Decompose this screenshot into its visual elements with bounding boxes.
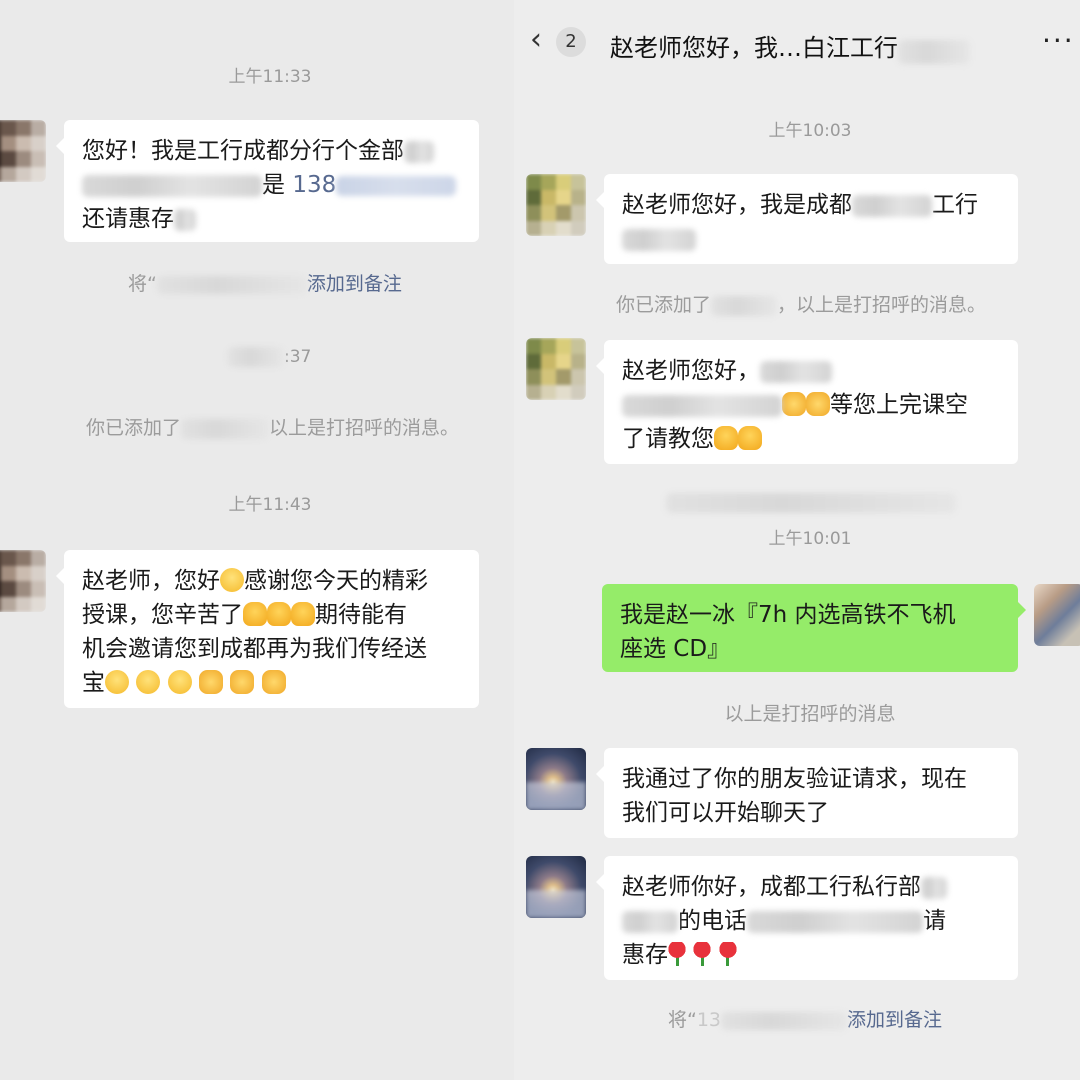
handshake-emoji-icon (261, 670, 286, 694)
handshake-emoji-icon (198, 670, 223, 694)
avatar[interactable] (526, 748, 586, 810)
rose-emoji-icon (693, 942, 712, 966)
avatar[interactable] (526, 856, 586, 918)
grin-emoji-icon (167, 670, 192, 694)
pray-emoji-icon (738, 426, 762, 450)
timestamp: 上午10:01 (768, 529, 852, 549)
message-bubble[interactable]: 赵老师，您好 感谢您今天的精彩 授课，您辛苦了 期待能有 机会邀请您到成都再为我们传… (56, 550, 479, 708)
left-chat-screenshot: 上午11:33 您好！我是工行成都分行个金部 是 138 还请惠存 将“ 添加到备… (0, 0, 514, 1080)
grin-emoji-icon (136, 670, 161, 694)
message-text: 了请教您 (622, 426, 714, 452)
smile-emoji-icon (220, 568, 244, 592)
pray-emoji-icon (714, 426, 738, 450)
back-chevron-icon[interactable]: ‹ (530, 22, 542, 57)
message-text: 授课，您辛苦了 (82, 602, 243, 628)
handshake-emoji-icon (230, 670, 255, 694)
outgoing-message-bubble[interactable]: 我是赵一冰『7h 内选高铁不飞机 座选 CD』 (602, 584, 1026, 672)
message-text: 赵老师，您好 (82, 568, 220, 594)
timestamp: 上午11:43 (228, 495, 312, 515)
message-bubble[interactable]: 我通过了你的朋友验证请求，现在 我们可以开始聊天了 (596, 748, 1018, 838)
message-text: 是 (262, 172, 285, 198)
handshake-emoji-icon (782, 392, 806, 416)
message-text: 您好！我是工行成都分行个金部 (82, 138, 404, 164)
message-text: 期待能有 (315, 602, 407, 628)
grin-emoji-icon (105, 670, 129, 694)
add-to-remark-notice: 将“13 添加到备注 (668, 1009, 943, 1031)
avatar[interactable] (0, 120, 46, 182)
message-bubble[interactable]: 赵老师您好，我是成都 工行 (596, 174, 1018, 264)
message-text: 感谢您今天的精彩 (244, 568, 428, 594)
message-text: 赵老师你好，成都工行私行部 (622, 874, 921, 900)
message-bubble[interactable]: 赵老师你好，成都工行私行部 的电话 请 惠存 (596, 856, 1018, 980)
message-text: 机会邀请您到成都再为我们传经送 (82, 636, 427, 662)
avatar[interactable] (526, 338, 586, 400)
add-to-remark-link[interactable]: 添加到备注 (847, 1009, 942, 1031)
right-chat-screenshot: ‹ 2 赵老师您好，我…白江工行 ··· 上午10:03 赵老师您好，我是成都 工… (514, 0, 1080, 1080)
unread-count-badge[interactable]: 2 (556, 27, 586, 57)
avatar[interactable] (526, 174, 586, 236)
pray-emoji-icon (243, 602, 267, 626)
timestamp: 上午11:33 (228, 67, 312, 87)
message-text: 惠存 (622, 942, 668, 968)
my-avatar[interactable] (1034, 584, 1080, 646)
add-to-remark-notice: 将“ 添加到备注 (128, 273, 402, 295)
friend-added-notice: 你已添加了 ，以上是打招呼的消息。 (616, 294, 987, 316)
pray-emoji-icon (291, 602, 315, 626)
avatar[interactable] (0, 550, 46, 612)
redacted-system-notice (666, 492, 956, 513)
phone-link[interactable]: 138 (292, 172, 336, 198)
message-text: 等您上完课空 (830, 392, 968, 418)
friend-added-notice: 你已添加了 以上是打招呼的消息。 (86, 417, 460, 439)
message-text: 赵老师您好， (622, 358, 760, 384)
more-dots-icon[interactable]: ··· (1042, 24, 1075, 57)
rose-emoji-icon (668, 942, 686, 966)
message-bubble[interactable]: 您好！我是工行成都分行个金部 是 138 还请惠存 (56, 120, 479, 242)
message-text: 请 (923, 908, 946, 934)
message-text: 工行 (932, 192, 978, 218)
greeting-notice: 以上是打招呼的消息 (724, 703, 896, 725)
message-text: 赵老师您好，我是成都 (622, 192, 852, 218)
message-text: 我们可以开始聊天了 (622, 800, 829, 826)
chat-title: 赵老师您好，我…白江工行 (610, 28, 970, 64)
message-text: 的电话 (678, 908, 747, 934)
pray-emoji-icon (267, 602, 291, 626)
chat-header: ‹ 2 赵老师您好，我…白江工行 ··· (514, 0, 1080, 84)
timestamp: :37 (228, 347, 311, 367)
message-text: 座选 CD』 (620, 636, 731, 662)
add-to-remark-link[interactable]: 添加到备注 (307, 273, 402, 295)
message-text: 宝 (82, 670, 105, 696)
message-text: 我是赵一冰『7h 内选高铁不飞机 (620, 602, 956, 628)
handshake-emoji-icon (806, 392, 830, 416)
message-bubble[interactable]: 赵老师您好， 等您上完课空 了请教您 (596, 340, 1018, 464)
rose-emoji-icon (718, 942, 737, 966)
message-text: 还请惠存 (82, 206, 174, 232)
timestamp: 上午10:03 (768, 121, 852, 141)
message-text: 我通过了你的朋友验证请求，现在 (622, 766, 967, 792)
